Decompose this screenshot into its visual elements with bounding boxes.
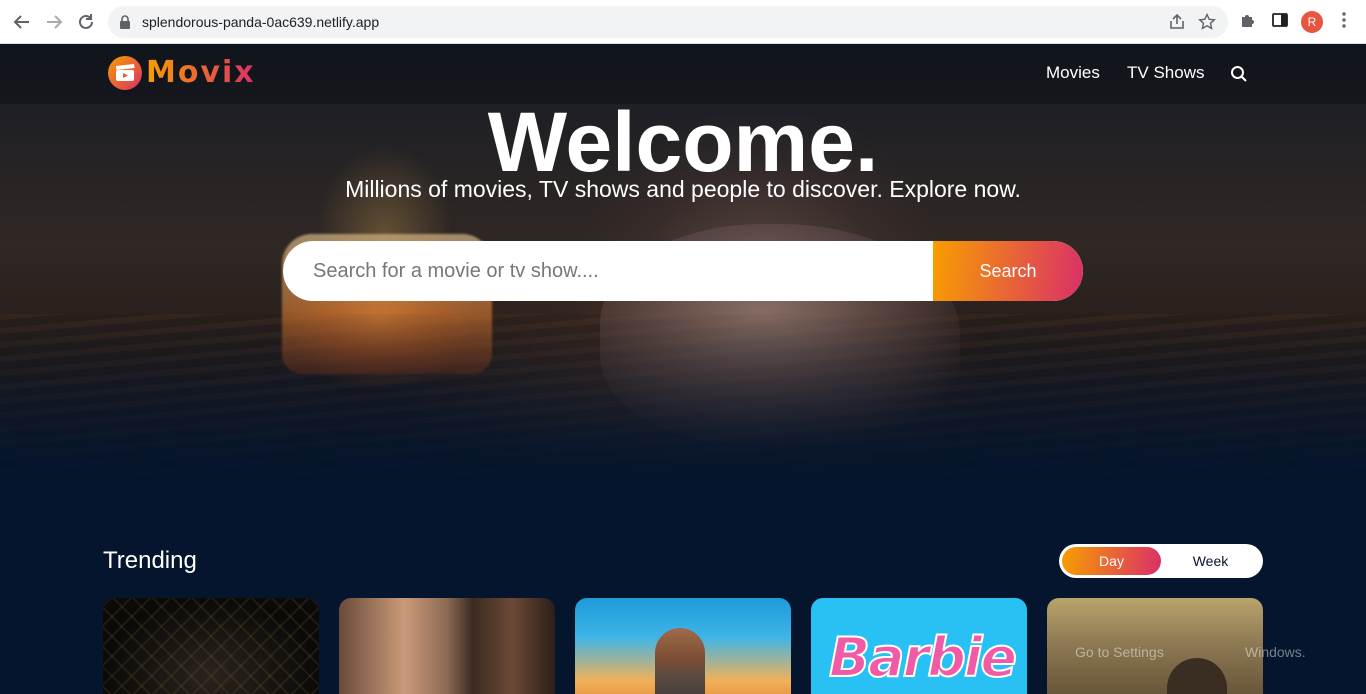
poster-figure bbox=[655, 628, 705, 694]
tab-day[interactable]: Day bbox=[1062, 547, 1161, 575]
page: Movix Movies TV Shows Welcome. Millions … bbox=[0, 44, 1366, 694]
poster-figure bbox=[1167, 658, 1227, 694]
reload-icon bbox=[79, 14, 93, 29]
browser-menu-icon[interactable] bbox=[1337, 11, 1351, 29]
nav-movies[interactable]: Movies bbox=[1046, 63, 1100, 83]
bookmark-star-icon[interactable] bbox=[1198, 13, 1216, 31]
poster-title-text: Barbie bbox=[828, 625, 1018, 690]
windows-activation-watermark-tail: Windows. bbox=[1245, 644, 1306, 660]
trending-card[interactable] bbox=[575, 598, 791, 694]
day-week-switch: Day Week bbox=[1059, 544, 1263, 578]
reload-button[interactable] bbox=[74, 10, 98, 34]
logo-text: Movix bbox=[146, 55, 256, 90]
back-arrow-icon bbox=[13, 15, 29, 29]
side-panel-icon[interactable] bbox=[1271, 11, 1289, 29]
profile-avatar[interactable]: R bbox=[1301, 11, 1323, 33]
clapperboard-icon bbox=[108, 55, 142, 90]
trending-card[interactable]: Barbie bbox=[811, 598, 1027, 694]
forward-button[interactable] bbox=[42, 10, 66, 34]
hero-subtitle: Millions of movies, TV shows and people … bbox=[345, 176, 1021, 202]
forward-arrow-icon bbox=[47, 15, 63, 29]
nav-tv-shows[interactable]: TV Shows bbox=[1127, 63, 1204, 83]
extensions-puzzle-icon[interactable] bbox=[1239, 11, 1257, 29]
trending-card[interactable] bbox=[103, 598, 319, 694]
tab-week[interactable]: Week bbox=[1161, 547, 1260, 575]
hero-search-bar: Search bbox=[283, 241, 1083, 301]
windows-activation-watermark: Go to Settings bbox=[1075, 644, 1164, 660]
url-text: splendorous-panda-0ac639.netlify.app bbox=[142, 14, 380, 30]
back-button[interactable] bbox=[10, 10, 34, 34]
trending-card[interactable] bbox=[339, 598, 555, 694]
site-logo[interactable]: Movix bbox=[108, 55, 256, 90]
trending-title: Trending bbox=[103, 547, 197, 574]
search-icon[interactable] bbox=[1230, 65, 1248, 83]
search-input[interactable] bbox=[283, 241, 933, 301]
lock-icon bbox=[120, 15, 130, 29]
address-bar[interactable]: splendorous-panda-0ac639.netlify.app bbox=[108, 6, 1228, 38]
browser-toolbar: splendorous-panda-0ac639.netlify.app R bbox=[0, 0, 1366, 44]
search-button[interactable]: Search bbox=[933, 241, 1083, 301]
share-icon[interactable] bbox=[1168, 13, 1186, 31]
